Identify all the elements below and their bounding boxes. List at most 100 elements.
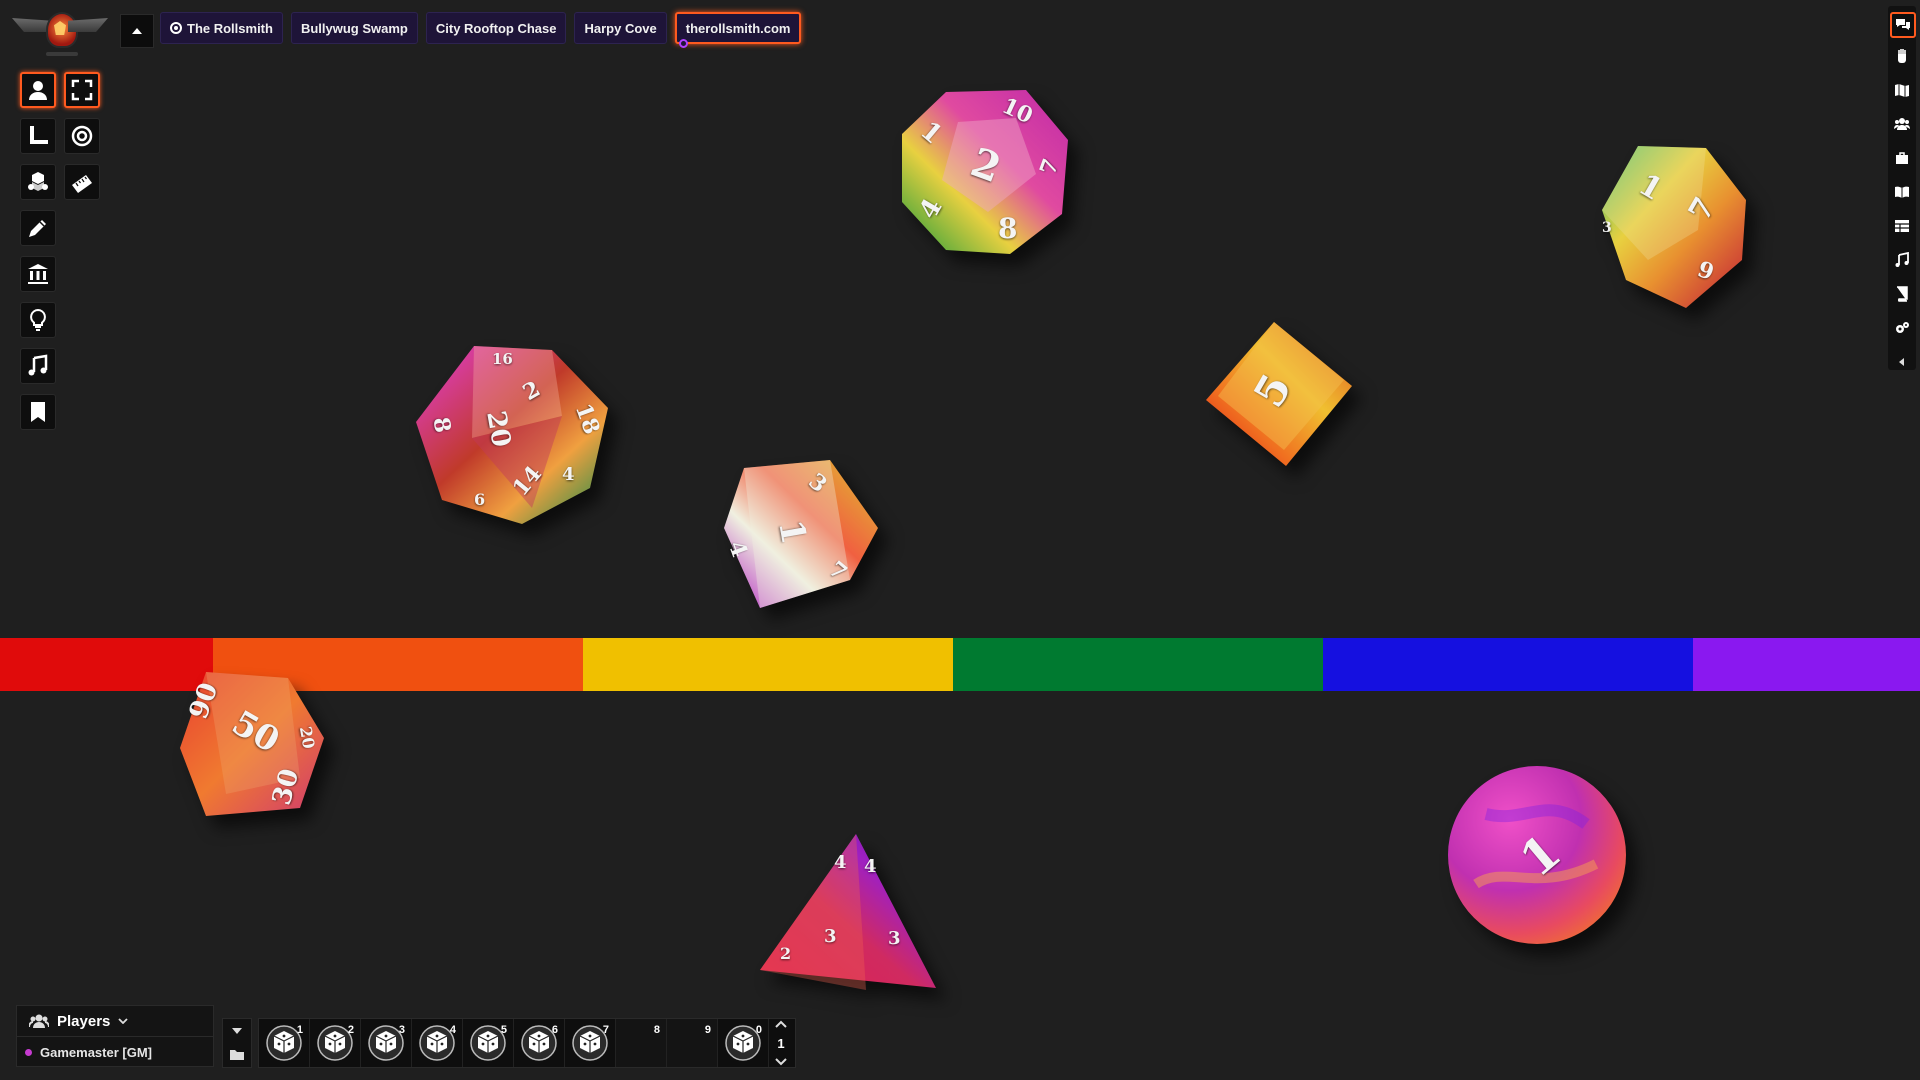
- tab-label: The Rollsmith: [187, 20, 273, 36]
- target-tool-button[interactable]: [64, 118, 100, 154]
- player-marker-icon: [678, 39, 688, 48]
- d10-die-top-right[interactable]: 1 7 9 3: [1598, 140, 1754, 312]
- rainbow-stripe: [583, 638, 953, 691]
- rainbow-stripe: [1323, 638, 1693, 691]
- inventory-tab[interactable]: [1892, 148, 1912, 168]
- chat-icon: [1896, 19, 1910, 30]
- macro-bar-controls: [222, 1018, 252, 1068]
- chevron-down-icon[interactable]: [232, 1028, 242, 1034]
- book-icon: [1897, 286, 1908, 302]
- tab-harpy-cove[interactable]: Harpy Cove: [574, 12, 667, 44]
- jukebox-tab[interactable]: [1892, 250, 1912, 270]
- music-tool-button[interactable]: [20, 348, 56, 384]
- music-icon: [28, 354, 48, 376]
- tab-bullywug-swamp[interactable]: Bullywug Swamp: [290, 12, 418, 44]
- map-tab[interactable]: [1892, 80, 1912, 100]
- person-icon: [29, 81, 47, 100]
- measure-tool-button[interactable]: [20, 118, 56, 154]
- d4-die[interactable]: 4 4 3 3 2: [758, 830, 936, 994]
- macro-slot-7[interactable]: 7: [565, 1019, 616, 1067]
- die-face-number: 16: [492, 350, 513, 368]
- tab-label: therollsmith.com: [685, 20, 791, 36]
- macro-page-number: 1: [777, 1035, 785, 1051]
- library-tool-button[interactable]: [20, 256, 56, 292]
- characters-tab[interactable]: [1892, 114, 1912, 134]
- die-face-number: 2: [780, 944, 792, 963]
- select-tool-button[interactable]: [20, 72, 56, 108]
- macro-slot-number: 8: [653, 1024, 660, 1036]
- map-icon: [1895, 84, 1909, 97]
- pencil-icon: [29, 220, 46, 237]
- die-face-number: 4: [834, 852, 847, 873]
- players-title: Players: [57, 1012, 111, 1030]
- dice-tool-button[interactable]: [20, 164, 56, 200]
- d6-die[interactable]: 5: [1204, 320, 1354, 468]
- tab-the-rollsmith[interactable]: The Rollsmith: [160, 12, 283, 44]
- macro-slot-4[interactable]: 4: [412, 1019, 463, 1067]
- app-logo[interactable]: [12, 10, 108, 58]
- macro-slot-3[interactable]: 3: [361, 1019, 412, 1067]
- users-icon: [1894, 118, 1910, 130]
- draw-tool-button[interactable]: [20, 210, 56, 246]
- macro-slot-number: 4: [449, 1024, 456, 1036]
- macro-slot-1[interactable]: 1: [259, 1019, 310, 1067]
- chat-tab[interactable]: [1890, 12, 1916, 38]
- settings-tab[interactable]: [1892, 318, 1912, 338]
- tab-label: Bullywug Swamp: [300, 20, 408, 36]
- book-open-icon: [1895, 186, 1909, 198]
- art-tab[interactable]: [1892, 46, 1912, 66]
- die-face-number: 3: [888, 928, 901, 949]
- macro-bar: 1 2 3 4 5 6 7 8 9 0: [258, 1018, 796, 1068]
- tab-city-rooftop-chase[interactable]: City Rooftop Chase: [425, 12, 567, 44]
- folder-icon[interactable]: [230, 1049, 244, 1060]
- ruler-tool-button[interactable]: [64, 164, 100, 200]
- caret-left-icon: [1899, 358, 1904, 366]
- light-tool-button[interactable]: [20, 302, 56, 338]
- users-icon: [29, 1014, 49, 1028]
- d100-die[interactable]: 50 90 30 20: [176, 668, 330, 820]
- tab-label: Harpy Cove: [584, 20, 657, 36]
- table-icon: [1895, 220, 1909, 232]
- d20-die[interactable]: 20 2 8 18 14 6 4 16: [412, 338, 612, 528]
- d4-die-body: [760, 834, 936, 990]
- players-panel: Players Gamemaster [GM]: [16, 1005, 214, 1067]
- rainbow-stripe: [1693, 638, 1920, 691]
- players-header[interactable]: Players: [17, 1006, 213, 1037]
- macro-slot-0[interactable]: 0: [718, 1019, 769, 1067]
- compendium-tab[interactable]: [1892, 182, 1912, 202]
- lightbulb-icon: [30, 308, 46, 331]
- journal-tab[interactable]: [1892, 284, 1912, 304]
- macro-page-control: 1: [768, 1020, 794, 1066]
- macro-slot-number: 0: [755, 1024, 762, 1036]
- die-face-number: 20: [295, 724, 319, 751]
- collapse-toolbar-button[interactable]: [120, 14, 154, 48]
- tab-therollsmith-com[interactable]: therollsmith.com: [674, 12, 802, 48]
- macro-slot-6[interactable]: 6: [514, 1019, 565, 1067]
- die-face-number: 6: [474, 490, 486, 509]
- player-entry[interactable]: Gamemaster [GM]: [17, 1037, 213, 1067]
- macro-slot-5[interactable]: 5: [463, 1019, 514, 1067]
- macro-slot-9[interactable]: 9: [667, 1019, 718, 1067]
- d10-die-body: [1602, 146, 1746, 308]
- die-face-number: 8: [998, 212, 1018, 245]
- d2-coin-die[interactable]: 1: [1446, 764, 1628, 946]
- macro-slot-number: 7: [602, 1024, 609, 1036]
- macro-slot-2[interactable]: 2: [310, 1019, 361, 1067]
- macro-slot-number: 5: [500, 1024, 507, 1036]
- player-name: Gamemaster [GM]: [40, 1044, 152, 1060]
- tables-tab[interactable]: [1892, 216, 1912, 236]
- macro-slot-number: 2: [347, 1024, 354, 1036]
- chevron-up-icon[interactable]: [775, 1020, 787, 1028]
- d8-die[interactable]: 1 3 4 7: [720, 458, 882, 610]
- d12-die[interactable]: 2 10 1 7 4 8: [898, 84, 1076, 260]
- gears-icon: [1896, 322, 1909, 333]
- collapse-sidebar-button[interactable]: [1892, 352, 1912, 372]
- player-color-dot: [25, 1048, 32, 1056]
- bookmark-tool-button[interactable]: [20, 394, 56, 430]
- chevron-down-icon[interactable]: [775, 1058, 787, 1066]
- macro-slot-8[interactable]: 8: [616, 1019, 667, 1067]
- macro-slot-number: 1: [296, 1024, 303, 1036]
- hand-icon: [1898, 49, 1906, 63]
- fullscreen-tool-button[interactable]: [64, 72, 100, 108]
- die-face-number: 20: [480, 408, 517, 450]
